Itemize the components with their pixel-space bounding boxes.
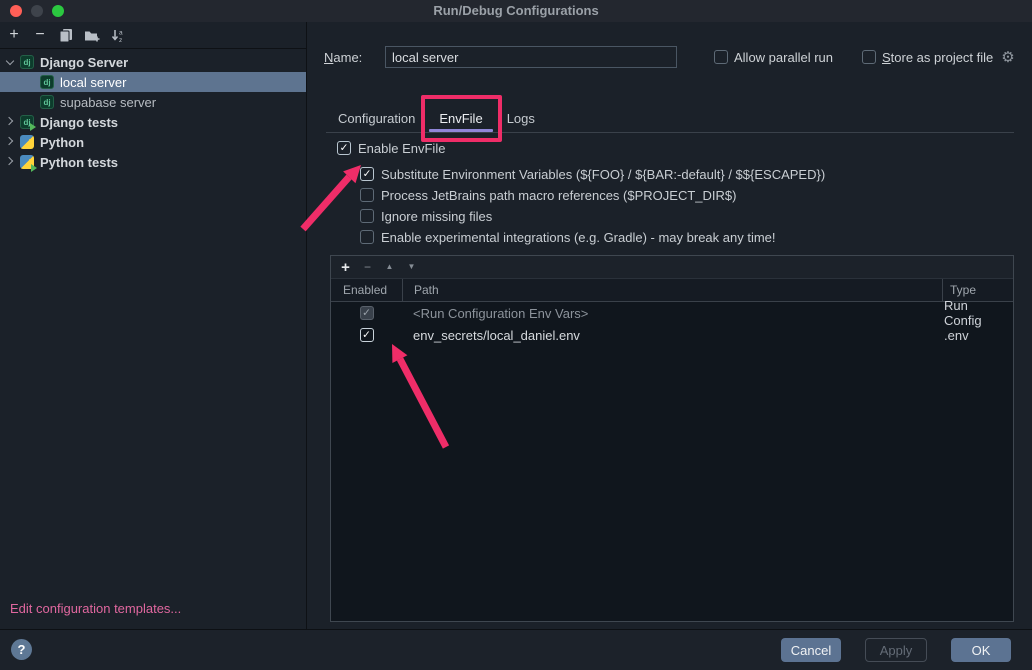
allow-parallel-run-option[interactable]: Allow parallel run xyxy=(714,49,833,65)
env-files-table: + − ▲ ▼ Enabled Path Type ✓ <Run Configu… xyxy=(330,255,1014,622)
table-row[interactable]: ✓ <Run Configuration Env Vars> Run Confi… xyxy=(331,302,1013,324)
row-enabled-checkbox: ✓ xyxy=(360,306,374,320)
row-path: env_secrets/local_daniel.env xyxy=(402,328,942,343)
chevron-down-icon[interactable] xyxy=(5,56,17,68)
tree-item-python[interactable]: Python xyxy=(0,132,306,152)
tree-item-label: local server xyxy=(60,75,126,90)
copy-icon xyxy=(59,28,73,42)
tree-item-django-server[interactable]: dj Django Server xyxy=(0,52,306,72)
chevron-right-icon[interactable] xyxy=(5,116,17,128)
chevron-right-icon[interactable] xyxy=(5,136,17,148)
sort-az-icon: a z xyxy=(111,28,126,43)
experimental-integrations-label: Enable experimental integrations (e.g. G… xyxy=(381,230,776,245)
django-icon: dj xyxy=(40,75,54,89)
config-tabs: Configuration EnvFile Logs xyxy=(326,105,1014,133)
name-label: Name: xyxy=(324,50,362,65)
tree-item-label: Django tests xyxy=(40,115,118,130)
help-button[interactable]: ? xyxy=(11,639,32,660)
store-as-project-file-checkbox[interactable] xyxy=(862,50,876,64)
sort-configs-button[interactable]: a z xyxy=(110,27,126,43)
experimental-integrations-checkbox[interactable] xyxy=(360,230,374,244)
sidebar-toolbar: + − a z xyxy=(0,22,306,49)
enable-envfile-label: Enable EnvFile xyxy=(358,141,445,156)
row-enabled-checkbox[interactable]: ✓ xyxy=(360,328,374,342)
add-row-button[interactable]: + xyxy=(339,260,352,275)
gear-icon[interactable]: ⚙ xyxy=(1001,50,1014,65)
process-path-macro-option[interactable]: Process JetBrains path macro references … xyxy=(360,187,736,203)
ignore-missing-files-label: Ignore missing files xyxy=(381,209,492,224)
tree-item-label: Python xyxy=(40,135,84,150)
row-type: .env xyxy=(942,328,1004,343)
remove-config-button[interactable]: − xyxy=(32,27,48,43)
copy-config-button[interactable] xyxy=(58,27,74,43)
tab-logs[interactable]: Logs xyxy=(495,105,547,132)
tab-configuration[interactable]: Configuration xyxy=(326,105,427,132)
dialog-footer: ? Cancel Apply OK xyxy=(0,629,1032,670)
new-folder-icon xyxy=(84,28,100,42)
column-header-enabled[interactable]: Enabled xyxy=(331,279,402,301)
ignore-missing-files-checkbox[interactable] xyxy=(360,209,374,223)
svg-text:a: a xyxy=(119,29,123,36)
column-header-path[interactable]: Path xyxy=(402,279,942,301)
cancel-button[interactable]: Cancel xyxy=(781,638,841,662)
allow-parallel-run-checkbox[interactable] xyxy=(714,50,728,64)
tree-item-label: supabase server xyxy=(60,95,156,110)
configurations-sidebar: + − a z xyxy=(0,22,307,629)
tree-item-label: Python tests xyxy=(40,155,118,170)
apply-button[interactable]: Apply xyxy=(865,638,927,662)
window-title: Run/Debug Configurations xyxy=(0,3,1032,18)
tree-item-python-tests[interactable]: Python tests xyxy=(0,152,306,172)
django-icon: dj xyxy=(20,55,34,69)
tree-item-django-tests[interactable]: dj Django tests xyxy=(0,112,306,132)
substitute-env-vars-checkbox[interactable]: ✓ xyxy=(360,167,374,181)
process-path-macro-checkbox[interactable] xyxy=(360,188,374,202)
table-toolbar: + − ▲ ▼ xyxy=(331,256,1013,279)
new-folder-button[interactable] xyxy=(84,27,100,43)
titlebar: Run/Debug Configurations xyxy=(0,0,1032,22)
substitute-env-vars-option[interactable]: ✓ Substitute Environment Variables (${FO… xyxy=(360,166,825,182)
tree-item-label: Django Server xyxy=(40,55,128,70)
experimental-integrations-option[interactable]: Enable experimental integrations (e.g. G… xyxy=(360,229,776,245)
ignore-missing-files-option[interactable]: Ignore missing files xyxy=(360,208,492,224)
run-badge-icon xyxy=(31,164,37,172)
store-as-project-file-option[interactable]: Store as project file ⚙ xyxy=(862,49,1015,65)
allow-parallel-run-label: Allow parallel run xyxy=(734,50,833,65)
ok-button[interactable]: OK xyxy=(951,638,1011,662)
tree-item-local-server[interactable]: dj local server xyxy=(0,72,306,92)
substitute-env-vars-label: Substitute Environment Variables (${FOO}… xyxy=(381,167,825,182)
store-as-project-file-label: Store as project file xyxy=(882,50,993,65)
process-path-macro-label: Process JetBrains path macro references … xyxy=(381,188,736,203)
django-icon: dj xyxy=(40,95,54,109)
row-path: <Run Configuration Env Vars> xyxy=(402,306,942,321)
tab-envfile[interactable]: EnvFile xyxy=(427,105,494,132)
enable-envfile-checkbox[interactable]: ✓ xyxy=(337,141,351,155)
configurations-tree: dj Django Server dj local server dj supa… xyxy=(0,52,306,172)
chevron-right-icon[interactable] xyxy=(5,156,17,168)
move-down-button[interactable]: ▼ xyxy=(405,263,418,271)
tree-item-supabase-server[interactable]: dj supabase server xyxy=(0,92,306,112)
configuration-editor: Name: Allow parallel run Store as projec… xyxy=(307,22,1032,629)
name-input[interactable] xyxy=(385,46,677,68)
table-header: Enabled Path Type xyxy=(331,279,1013,302)
row-type: Run Config xyxy=(942,298,1004,328)
django-tests-icon: dj xyxy=(20,115,34,129)
python-icon xyxy=(20,135,34,149)
run-debug-configurations-dialog: Run/Debug Configurations + − xyxy=(0,0,1032,670)
remove-row-button[interactable]: − xyxy=(361,261,374,273)
run-badge-icon xyxy=(30,123,36,131)
add-config-button[interactable]: + xyxy=(6,27,22,43)
move-up-button[interactable]: ▲ xyxy=(383,263,396,271)
edit-configuration-templates-link[interactable]: Edit configuration templates... xyxy=(10,601,181,616)
python-tests-icon xyxy=(20,155,34,169)
svg-text:z: z xyxy=(119,37,122,43)
enable-envfile-option[interactable]: ✓ Enable EnvFile xyxy=(337,140,445,156)
table-row[interactable]: ✓ env_secrets/local_daniel.env .env xyxy=(331,324,1013,346)
